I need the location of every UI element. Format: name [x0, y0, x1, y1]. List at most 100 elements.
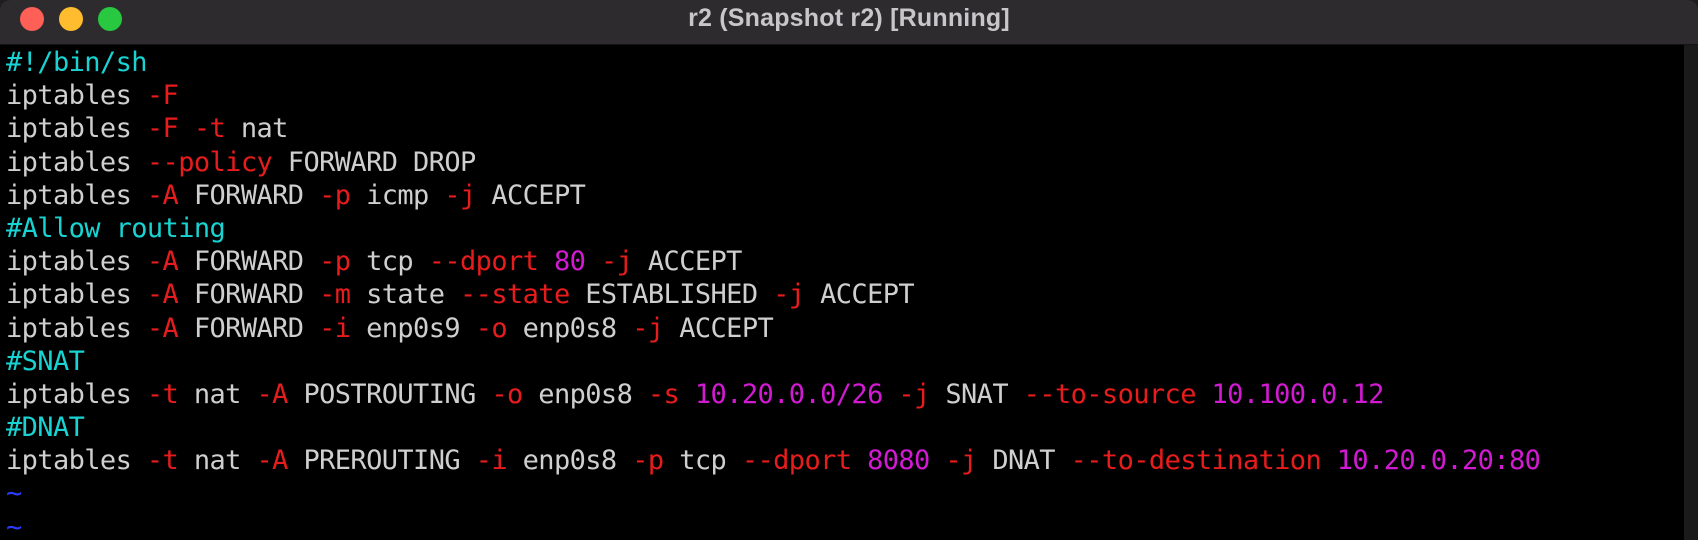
terminal-token-opt: -s — [647, 378, 680, 410]
terminal-token-plain — [930, 445, 946, 476]
terminal-token-opt: -p — [632, 445, 664, 477]
scrollbar[interactable] — [1684, 45, 1698, 540]
terminal-token-num: 8080 — [867, 445, 930, 477]
terminal-line: iptables -t nat -A POSTROUTING -o enp0s8… — [0, 378, 1684, 411]
terminal-token-opt: -p — [319, 246, 351, 278]
terminal-token-plain: FORWARD — [178, 246, 320, 278]
terminal-token-plain: enp0s8 — [507, 312, 633, 344]
terminal-token-opt: -j — [898, 378, 930, 410]
window-title: r2 (Snapshot r2) [Running] — [688, 4, 1010, 32]
terminal-token-tilde: ~ — [6, 511, 22, 540]
terminal-line: iptables --policy FORWARD DROP — [0, 146, 1684, 179]
terminal-token-plain: iptables — [6, 179, 147, 211]
terminal-line: iptables -t nat -A PREROUTING -i enp0s8 … — [0, 444, 1684, 477]
terminal-token-opt: -A — [146, 312, 179, 344]
terminal-token-opt: --dport — [428, 246, 539, 278]
terminal-token-plain — [851, 445, 867, 476]
terminal-token-plain: iptables — [6, 445, 147, 477]
terminal-token-opt: -j — [773, 279, 805, 311]
terminal-token-opt: -A — [256, 445, 289, 477]
terminal-token-opt: -A — [146, 246, 179, 278]
terminal-token-num: 10.20.0.0/26 — [694, 378, 883, 410]
terminal-token-plain: enp0s8 — [507, 445, 633, 477]
terminal-token-opt: -m — [319, 279, 351, 311]
terminal-token-plain: enp0s8 — [522, 378, 648, 410]
terminal-line: iptables -F — [0, 79, 1684, 112]
terminal-token-opt: --to-source — [1023, 378, 1197, 410]
terminal-token-plain: nat — [178, 378, 257, 410]
terminal-line: #DNAT — [0, 411, 1684, 444]
terminal-line: #Allow routing — [0, 212, 1684, 245]
terminal-token-plain: iptables — [6, 279, 147, 311]
terminal-token-plain: enp0s9 — [350, 312, 476, 344]
terminal-token-plain: ACCEPT — [475, 179, 586, 211]
terminal-token-num: 80 — [553, 246, 586, 278]
terminal-token-opt: --to-destination — [1070, 445, 1322, 477]
terminal-token-plain: nat — [178, 445, 257, 477]
terminal-token-plain: SNAT — [929, 378, 1024, 410]
terminal-token-opt: -i — [319, 312, 351, 344]
terminal-token-plain: PREROUTING — [287, 445, 476, 477]
terminal-token-plain: iptables — [6, 146, 147, 178]
terminal-token-plain — [1321, 445, 1337, 476]
terminal-token-plain: state — [350, 279, 461, 311]
terminal-line: #!/bin/sh — [0, 46, 1684, 79]
terminal-token-plain: FORWARD — [178, 279, 320, 311]
terminal-line: iptables -A FORWARD -p tcp --dport 80 -j… — [0, 245, 1684, 278]
terminal-token-comment: #!/bin/sh — [6, 47, 148, 78]
terminal-token-plain: icmp — [350, 179, 445, 211]
terminal-token-plain — [679, 379, 695, 410]
terminal-token-opt: --policy — [146, 146, 273, 178]
terminal-line: iptables -A FORWARD -i enp0s9 -o enp0s8 … — [0, 312, 1684, 345]
terminal-token-plain: FORWARD DROP — [272, 146, 476, 178]
terminal-token-plain: tcp — [350, 246, 429, 278]
terminal-token-opt: -j — [600, 246, 633, 278]
vm-window: r2 (Snapshot r2) [Running] #!/bin/sh ipta… — [0, 0, 1698, 540]
terminal-token-plain — [178, 113, 194, 144]
terminal-token-plain: nat — [225, 113, 289, 145]
terminal-token-opt: -j — [945, 445, 977, 477]
terminal-token-comment: #DNAT — [6, 412, 85, 444]
terminal-token-plain: tcp — [663, 445, 742, 477]
terminal-token-plain: ACCEPT — [632, 246, 743, 278]
terminal-token-plain: POSTROUTING — [287, 378, 492, 410]
terminal-token-num: 10.20.0.20:80 — [1336, 445, 1541, 477]
terminal-token-plain: ACCEPT — [804, 279, 915, 311]
terminal-token-opt: -t — [146, 378, 179, 410]
terminal-token-plain: iptables — [6, 246, 147, 278]
terminal-token-tilde: ~ — [6, 478, 22, 510]
terminal-token-plain: iptables — [6, 312, 147, 344]
terminal-line: ~ — [0, 477, 1684, 510]
terminal-token-opt: -A — [256, 378, 289, 410]
terminal-token-plain: ESTABLISHED — [569, 279, 774, 311]
terminal-token-plain: iptables — [6, 80, 147, 112]
terminal-token-opt: -F — [146, 80, 179, 112]
terminal-token-plain — [1196, 379, 1212, 410]
terminal-token-opt: -t — [193, 113, 226, 145]
terminal-token-comment: #Allow routing — [6, 212, 226, 244]
terminal-token-comment: #SNAT — [6, 345, 85, 377]
terminal-token-plain: iptables — [6, 113, 147, 145]
title-bar[interactable]: r2 (Snapshot r2) [Running] — [0, 0, 1698, 45]
terminal-line: ~ — [0, 511, 1684, 540]
terminal-token-plain — [585, 246, 601, 277]
terminal-token-plain: DNAT — [976, 445, 1071, 477]
terminal-token-plain: FORWARD — [178, 312, 320, 344]
terminal-token-opt: -F — [146, 113, 179, 145]
terminal-token-opt: -i — [475, 445, 508, 477]
terminal-token-opt: -t — [146, 445, 179, 477]
terminal-token-opt: -p — [319, 179, 351, 211]
terminal-line: iptables -A FORWARD -p icmp -j ACCEPT — [0, 179, 1684, 212]
terminal-token-num: 10.100.0.12 — [1211, 378, 1385, 410]
terminal-token-plain: FORWARD — [178, 179, 320, 211]
terminal-token-opt: -A — [146, 179, 179, 211]
terminal-token-plain: iptables — [6, 378, 147, 410]
terminal-line: #SNAT — [0, 345, 1684, 378]
terminal-screen[interactable]: #!/bin/sh iptables -F iptables -F -t nat ip… — [0, 46, 1684, 540]
terminal-token-opt: -j — [444, 179, 476, 211]
terminal-token-opt: -j — [632, 312, 664, 344]
terminal-line: iptables -A FORWARD -m state --state EST… — [0, 278, 1684, 311]
terminal-token-plain — [883, 379, 899, 410]
terminal-token-opt: -A — [146, 279, 179, 311]
terminal-token-opt: -o — [491, 378, 523, 410]
